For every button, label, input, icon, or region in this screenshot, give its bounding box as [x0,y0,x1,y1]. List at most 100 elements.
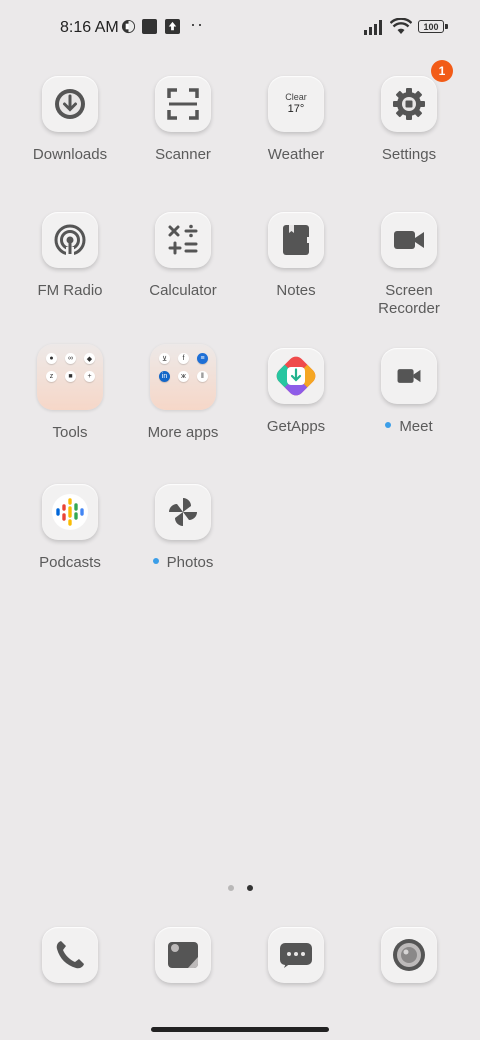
gear-icon [393,88,425,120]
compass-icon: ◆ [84,353,95,364]
app-downloads[interactable]: Downloads [14,76,126,164]
fm-radio-tile[interactable] [42,212,98,268]
privacy-icon [121,19,136,34]
pause-icon: ǁ [197,371,208,382]
notification-square-icon [142,19,157,34]
facebook-icon: f [178,353,189,364]
battery-icon: 100 [418,20,444,33]
folder-tools[interactable]: ● ∞ ◆ z ■ + Tools [14,344,126,442]
app-calculator[interactable]: Calculator [127,212,239,300]
battery-tip [445,24,448,29]
dock-messages[interactable] [268,927,324,983]
weather-temperature: 17° [287,103,305,115]
notes-icon [283,225,310,255]
podcasts-tile[interactable] [42,484,98,540]
gallery-icon [168,942,198,968]
folder-more-apps[interactable]: ⊻ f ≡ in ж ǁ More apps [127,344,239,442]
weather-tile[interactable]: Clear 17° [268,76,324,132]
app-label: Downloads [32,146,108,163]
page-dot-1[interactable] [228,885,234,891]
photos-tile[interactable] [155,484,211,540]
message-icon [280,943,312,968]
app-label: GetApps [266,418,326,435]
app-label: More apps [147,424,219,441]
app-fm-radio[interactable]: FM Radio [14,212,126,300]
app-photos[interactable]: Photos [127,484,239,572]
app-meet[interactable]: Meet [353,348,465,436]
app-podcasts[interactable]: Podcasts [14,484,126,572]
meet-tile[interactable] [381,348,437,404]
app-label-line1: Screen [385,282,433,299]
new-install-dot [152,558,159,565]
linkedin-icon: in [159,371,170,382]
bird-icon: ж [178,371,189,382]
more-notifications-icon: ·· [190,14,204,34]
app-label: Screen Recorder [353,282,465,318]
podcasts-icon [52,494,88,530]
dock-gallery[interactable] [155,927,211,983]
camera-icon [393,939,425,971]
app-label: Scanner [155,146,211,163]
scanner-tile[interactable] [155,76,211,132]
downloads-tile[interactable] [42,76,98,132]
dock-phone[interactable] [42,927,98,983]
weather-condition: Clear [285,92,307,102]
mic-icon: ● [46,353,57,364]
page-indicator[interactable] [228,878,262,896]
calculator-tile[interactable] [155,212,211,268]
document-icon: ■ [65,371,76,382]
video-camera-icon [394,231,424,249]
app-label: Notes [276,282,316,299]
app-label: Weather [267,146,325,163]
app-label-text: Photos [166,554,214,571]
app-label: Podcasts [39,554,101,571]
gallery-tile[interactable] [155,927,211,983]
app-label: FM Radio [37,282,103,299]
app-getapps[interactable]: GetApps [240,348,352,436]
getapps-icon [276,356,316,396]
notes-tile[interactable] [268,212,324,268]
app-label: Meet [353,418,465,436]
phone-icon [56,941,84,969]
link-icon: ∞ [65,353,76,364]
cart-icon: ⊻ [159,353,170,364]
video-camera-icon [397,369,421,383]
screen-recorder-tile[interactable] [381,212,437,268]
app-notes[interactable]: Notes [240,212,352,300]
app-label: Calculator [149,282,217,299]
dock-camera[interactable] [381,927,437,983]
sleep-icon: z [46,371,57,382]
app-label: Tools [52,424,88,441]
camera-tile[interactable] [381,927,437,983]
status-bar: 8:16 AM ·· 100 [0,0,480,56]
phone-tile[interactable] [42,927,98,983]
page-dot-2[interactable] [247,885,254,891]
download-icon [55,89,85,119]
browser-icon: ≡ [197,353,208,364]
upload-icon [165,19,180,34]
getapps-tile[interactable] [268,348,324,404]
more-apps-folder[interactable]: ⊻ f ≡ in ж ǁ [150,344,216,410]
signal-icon [364,20,382,35]
app-label-line2: Recorder [378,300,440,317]
app-scanner[interactable]: Scanner [127,76,239,164]
status-time: 8:16 AM [60,19,119,36]
radio-icon [54,224,86,257]
calculator-icon [168,224,198,255]
tools-folder[interactable]: ● ∞ ◆ z ■ + [37,344,103,410]
messages-tile[interactable] [268,927,324,983]
app-label: Photos [127,554,239,572]
home-gesture-bar[interactable] [151,1027,329,1032]
settings-tile[interactable]: 1 [381,60,453,132]
pinwheel-icon [169,498,197,526]
notification-badge: 1 [431,60,453,82]
app-label-text: Meet [399,418,433,435]
battery-level: 100 [423,21,439,32]
app-screen-recorder[interactable]: Screen Recorder [353,212,465,318]
scanner-icon [167,88,199,120]
app-weather[interactable]: Clear 17° Weather [240,76,352,164]
app-settings[interactable]: 1 Settings [353,60,465,164]
plus-icon: + [84,371,95,382]
new-install-dot [385,422,392,429]
wifi-icon [390,18,412,34]
